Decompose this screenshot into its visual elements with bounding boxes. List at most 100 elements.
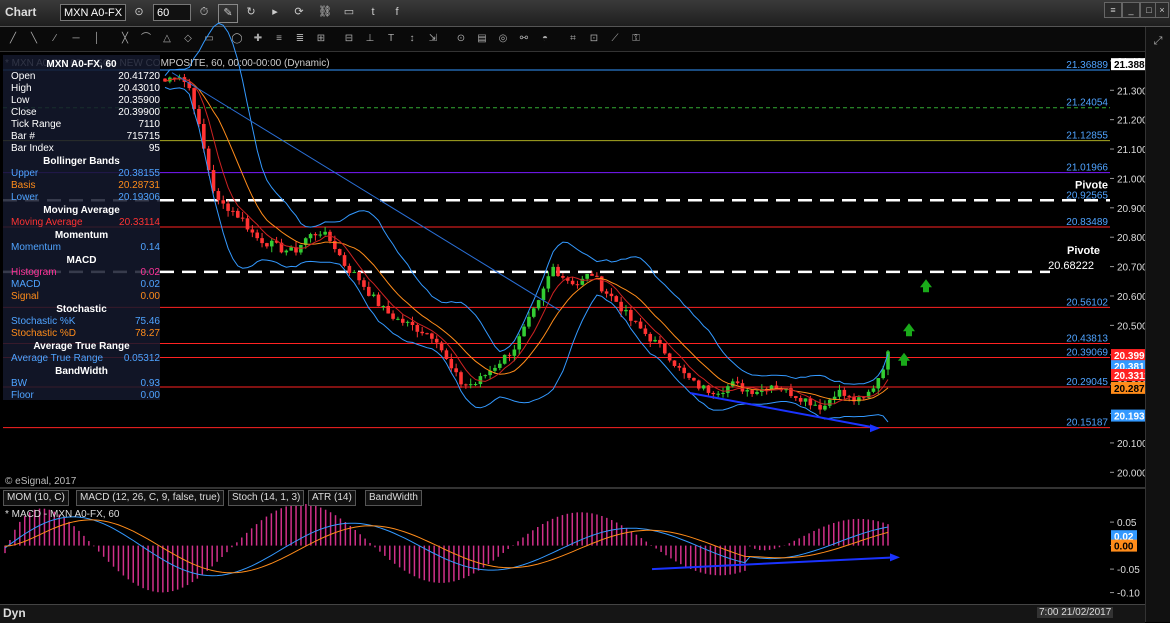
y-tick-label: 20.90000 (1117, 204, 1145, 215)
level-label: 20.92565 (1066, 190, 1108, 201)
panel-row-label: Bar Index (11, 143, 54, 154)
panel-row: Lower 20.19306 (3, 192, 160, 204)
panel-row-label: Moving Average (11, 217, 83, 228)
candle-body (595, 275, 599, 277)
panel-row: Stochastic %K 75.46 (3, 316, 160, 328)
candle-body (517, 336, 522, 350)
panel-row-value: 0.00 (140, 390, 160, 401)
panel-row-value: 7110 (138, 119, 160, 130)
candle-body (614, 296, 619, 302)
candle-body (410, 321, 415, 326)
panel-row-value: 20.19306 (118, 192, 160, 203)
panel-row-label: Momentum (11, 242, 62, 253)
panel-row-label: Open (11, 71, 36, 82)
pivot-label: Pivote (1067, 245, 1100, 257)
panel-section-title: Average True Range (33, 341, 130, 352)
candle-body (483, 375, 488, 377)
candle-body (342, 255, 347, 266)
panel-row: Basis 20.28731 (3, 180, 160, 192)
candle-body (420, 331, 424, 334)
panel-row: High 20.43010 (3, 83, 160, 95)
tab-study-1[interactable]: MOM (10, C) (3, 490, 69, 506)
tab-study-4[interactable]: ATR (14) (308, 490, 356, 506)
panel-row: Close 20.39900 (3, 107, 160, 119)
candle-body (726, 386, 730, 393)
candle-body (226, 203, 230, 211)
candle-body (376, 294, 381, 307)
candle-body (366, 286, 371, 296)
candle-body (381, 306, 386, 308)
level-label: 21.12855 (1066, 131, 1108, 142)
candle-body (240, 217, 245, 219)
candle-body (444, 350, 449, 359)
candle-body (721, 392, 725, 394)
y-tick-label: 21.00000 (1117, 174, 1145, 185)
candle-body (512, 349, 517, 356)
panel-row-label: Floor (11, 390, 34, 401)
panel-row-value: 0.05312 (123, 353, 160, 364)
data-window: MXN A0-FX, 60 Open 20.41720 High 20.43010 Lo… (3, 55, 160, 402)
up-arrow-icon (898, 352, 910, 366)
candle-body (570, 280, 575, 285)
panel-row-label: Stochastic %K (11, 316, 76, 327)
candle-body (352, 271, 357, 273)
expand-icon[interactable]: ⤢ (1151, 35, 1165, 49)
candle-body (546, 276, 551, 289)
candle-body (808, 398, 813, 406)
candle-body (677, 365, 682, 368)
y-tick-label: 20.70000 (1117, 263, 1145, 274)
bollinger-lower (164, 86, 889, 423)
panel-row-value: 715715 (126, 131, 160, 142)
dynamic-scale-label[interactable]: Dyn (3, 606, 26, 620)
panel-row: Open 20.41720 (3, 71, 160, 83)
candle-body (391, 313, 395, 319)
panel-row-label: Basis (11, 180, 36, 191)
candle-body (701, 385, 706, 389)
candle-body (464, 384, 468, 386)
candle-body (449, 358, 454, 369)
candle-body (711, 392, 716, 395)
panel-row-label: Stochastic %D (11, 328, 77, 339)
panel-row-label: BW (11, 378, 28, 389)
panel-row: Floor 0.00 (3, 390, 160, 402)
panel-row-label: Upper (11, 168, 39, 179)
candle-body (561, 275, 565, 278)
candle-body (847, 395, 851, 397)
panel-section-title: Bollinger Bands (43, 156, 120, 167)
close-icon[interactable]: × (1155, 2, 1169, 18)
candle-body (439, 342, 444, 351)
up-arrow-icon (903, 323, 915, 337)
tab-study-5[interactable]: BandWidth (365, 490, 422, 506)
y-tick-label: 21.30000 (1117, 86, 1145, 97)
panel-row: Moving Average 20.33114 (3, 217, 160, 229)
candle-body (629, 309, 633, 321)
tab-study-3[interactable]: Stoch (14, 1, 3) (228, 490, 305, 506)
tab-study-2[interactable]: MACD (12, 26, C, 9, false, true) (76, 490, 225, 506)
candle-body (619, 301, 623, 312)
candle-body (692, 377, 696, 381)
macd-divergence-line (651, 556, 896, 571)
pane-separator (0, 487, 1145, 489)
level-label: 20.56102 (1066, 297, 1108, 308)
panel-row-label: Bar # (11, 131, 35, 142)
candle-body (633, 320, 638, 322)
candle-body (798, 398, 803, 402)
candle-body (653, 339, 657, 342)
candle-body (876, 378, 881, 389)
candle-body (750, 390, 754, 394)
panel-row-label: Close (11, 107, 37, 118)
pivot-value: 20.68222 (1048, 260, 1094, 272)
candle-body (755, 391, 759, 394)
divergence-arrowhead (870, 424, 880, 433)
panel-section-title: Momentum (54, 230, 109, 241)
candle-body (551, 266, 555, 277)
candle-body (245, 218, 250, 230)
panel-row-label: MACD (11, 279, 41, 290)
candle-body (590, 273, 594, 276)
panel-section-title: BandWidth (55, 366, 108, 377)
panel-row-value: 20.38155 (118, 168, 160, 179)
price-badge-label: 21.38880 (1114, 60, 1145, 71)
candle-body (696, 380, 701, 389)
panel-row-label: High (11, 83, 32, 94)
candle-body (357, 271, 361, 281)
